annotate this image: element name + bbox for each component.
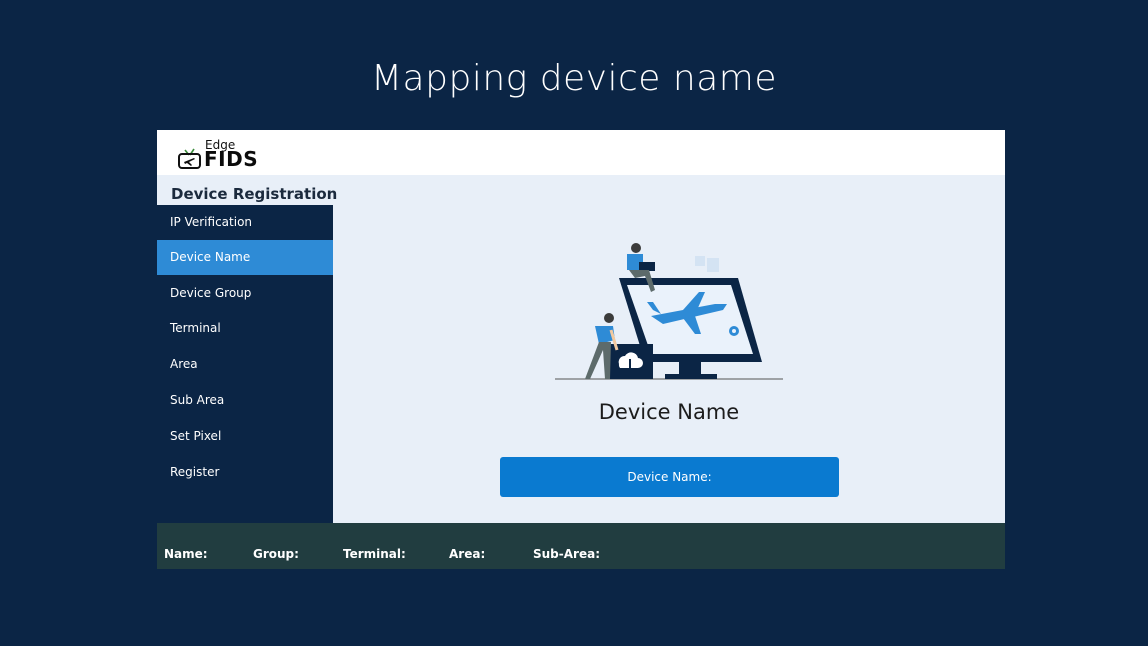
footer-subarea-label: Sub-Area: — [533, 547, 600, 561]
footer-terminal-label: Terminal: — [343, 547, 406, 561]
sidebar-item-ip-verification[interactable]: IP Verification — [157, 205, 333, 240]
airport-display-illustration-icon — [555, 243, 783, 380]
footer-area-label: Area: — [449, 547, 486, 561]
sidebar-item-register[interactable]: Register — [157, 455, 333, 490]
section-title: Device Registration — [171, 185, 338, 203]
footer-group-label: Group: — [253, 547, 299, 561]
page-heading: Device Name — [598, 400, 740, 424]
status-footer: Name: Group: Terminal: Area: Sub-Area: — [157, 523, 1005, 569]
sidebar-nav: IP Verification Device Name Device Group… — [157, 205, 333, 523]
footer-name-label: Name: — [164, 547, 208, 561]
sidebar-item-device-group[interactable]: Device Group — [157, 276, 333, 311]
sidebar-item-device-name[interactable]: Device Name — [157, 240, 333, 275]
logo-fids-text: FIDS — [204, 147, 259, 171]
main-content: Device Name Device Name: — [333, 175, 1005, 523]
device-name-field[interactable]: Device Name: — [500, 457, 839, 497]
edge-fids-logo[interactable]: Edge FIDS — [177, 138, 277, 171]
slide-title: Mapping device name — [371, 58, 777, 99]
sidebar-item-terminal[interactable]: Terminal — [157, 311, 333, 346]
sidebar-item-set-pixel[interactable]: Set Pixel — [157, 419, 333, 454]
tv-plane-icon — [178, 148, 201, 169]
app-header: Edge FIDS — [157, 130, 1005, 175]
sidebar-item-area[interactable]: Area — [157, 347, 333, 382]
sidebar-item-sub-area[interactable]: Sub Area — [157, 383, 333, 418]
app-window: Edge FIDS Device Registration IP Verific… — [157, 130, 1005, 569]
